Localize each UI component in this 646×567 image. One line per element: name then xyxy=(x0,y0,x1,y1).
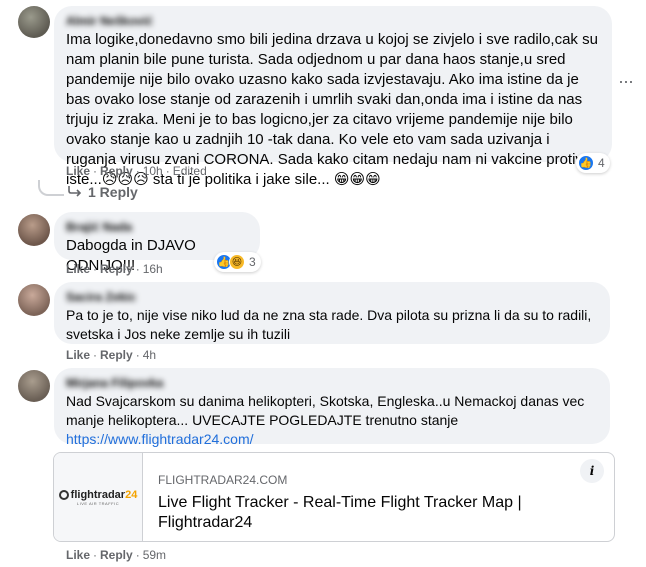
comment-bubble: Almir Nešković Ima logike,donedavno smo … xyxy=(54,6,612,188)
like-link[interactable]: Like xyxy=(66,548,90,562)
comment-bubble: Sacira Zekic Pa to je to, nije vise niko… xyxy=(54,282,610,344)
reply-link[interactable]: Reply xyxy=(100,164,133,178)
comment-text: Pa to je to, nije vise niko lud da ne zn… xyxy=(66,307,592,342)
comment-link[interactable]: https://www.flightradar24.com/ xyxy=(66,431,254,447)
haha-reaction-icon: 😆 xyxy=(229,254,245,270)
reply-arrow-icon xyxy=(68,184,82,200)
link-preview-title[interactable]: Live Flight Tracker - Real-Time Flight T… xyxy=(158,493,558,533)
comment-actions: Like · Reply · 59m xyxy=(66,548,167,562)
view-replies-button[interactable]: 1 Reply xyxy=(68,184,138,200)
like-link[interactable]: Like xyxy=(66,262,90,276)
avatar[interactable] xyxy=(18,6,50,38)
like-reaction-icon: 👍 xyxy=(578,155,594,171)
comment-actions: Like · Reply · 10h · Edited xyxy=(66,164,207,178)
reaction-count: 4 xyxy=(598,156,605,170)
link-preview-card[interactable]: flightradar 24 LIVE AIR TRAFFIC FLIGHTRAD… xyxy=(53,452,615,542)
avatar[interactable] xyxy=(18,214,50,246)
comment-body: Nad Svajcarskom su danima helikopteri, S… xyxy=(66,393,585,428)
comment-text: Nad Svajcarskom su danima helikopteri, S… xyxy=(66,392,598,449)
timestamp[interactable]: 10h xyxy=(143,164,163,178)
link-preview-thumbnail: flightradar 24 LIVE AIR TRAFFIC xyxy=(54,453,143,541)
like-link[interactable]: Like xyxy=(66,348,90,362)
timestamp[interactable]: 4h xyxy=(143,348,156,362)
reply-link[interactable]: Reply xyxy=(100,348,133,362)
comment-bubble: Mirjana Filipovka Nad Svajcarskom su dan… xyxy=(54,368,610,447)
reaction-count: 3 xyxy=(249,255,256,269)
link-preview-domain: FLIGHTRADAR24.COM xyxy=(158,473,288,487)
flightradar-logo: flightradar 24 LIVE AIR TRAFFIC xyxy=(58,489,137,506)
comment-author[interactable]: Sacira Zekic xyxy=(66,290,598,304)
comment-actions: Like · Reply · 4h xyxy=(66,348,157,362)
comment-author[interactable]: Almir Nešković xyxy=(66,14,600,28)
more-options-icon[interactable]: ··· xyxy=(618,72,634,90)
reaction-summary[interactable]: 👍 4 xyxy=(576,153,610,173)
avatar[interactable] xyxy=(18,284,50,316)
link-preview-body: FLIGHTRADAR24.COM Live Flight Tracker - … xyxy=(158,473,558,533)
timestamp[interactable]: 16h xyxy=(143,262,163,276)
timestamp[interactable]: 59m xyxy=(143,548,166,562)
reply-link[interactable]: Reply xyxy=(100,262,133,276)
comment-actions: Like · Reply · 16h xyxy=(66,262,163,276)
reply-link[interactable]: Reply xyxy=(100,548,133,562)
like-link[interactable]: Like xyxy=(66,164,90,178)
comment-author[interactable]: Brajić Nada xyxy=(66,220,248,234)
replies-label: 1 Reply xyxy=(88,184,138,200)
avatar[interactable] xyxy=(18,370,50,402)
info-icon[interactable]: i xyxy=(580,459,604,483)
edited-label: Edited xyxy=(172,164,207,178)
logo-ring-icon xyxy=(58,489,69,500)
reaction-summary[interactable]: 👍 😆 3 xyxy=(214,252,261,272)
comment-author[interactable]: Mirjana Filipovka xyxy=(66,376,598,390)
thread-line xyxy=(38,180,64,196)
